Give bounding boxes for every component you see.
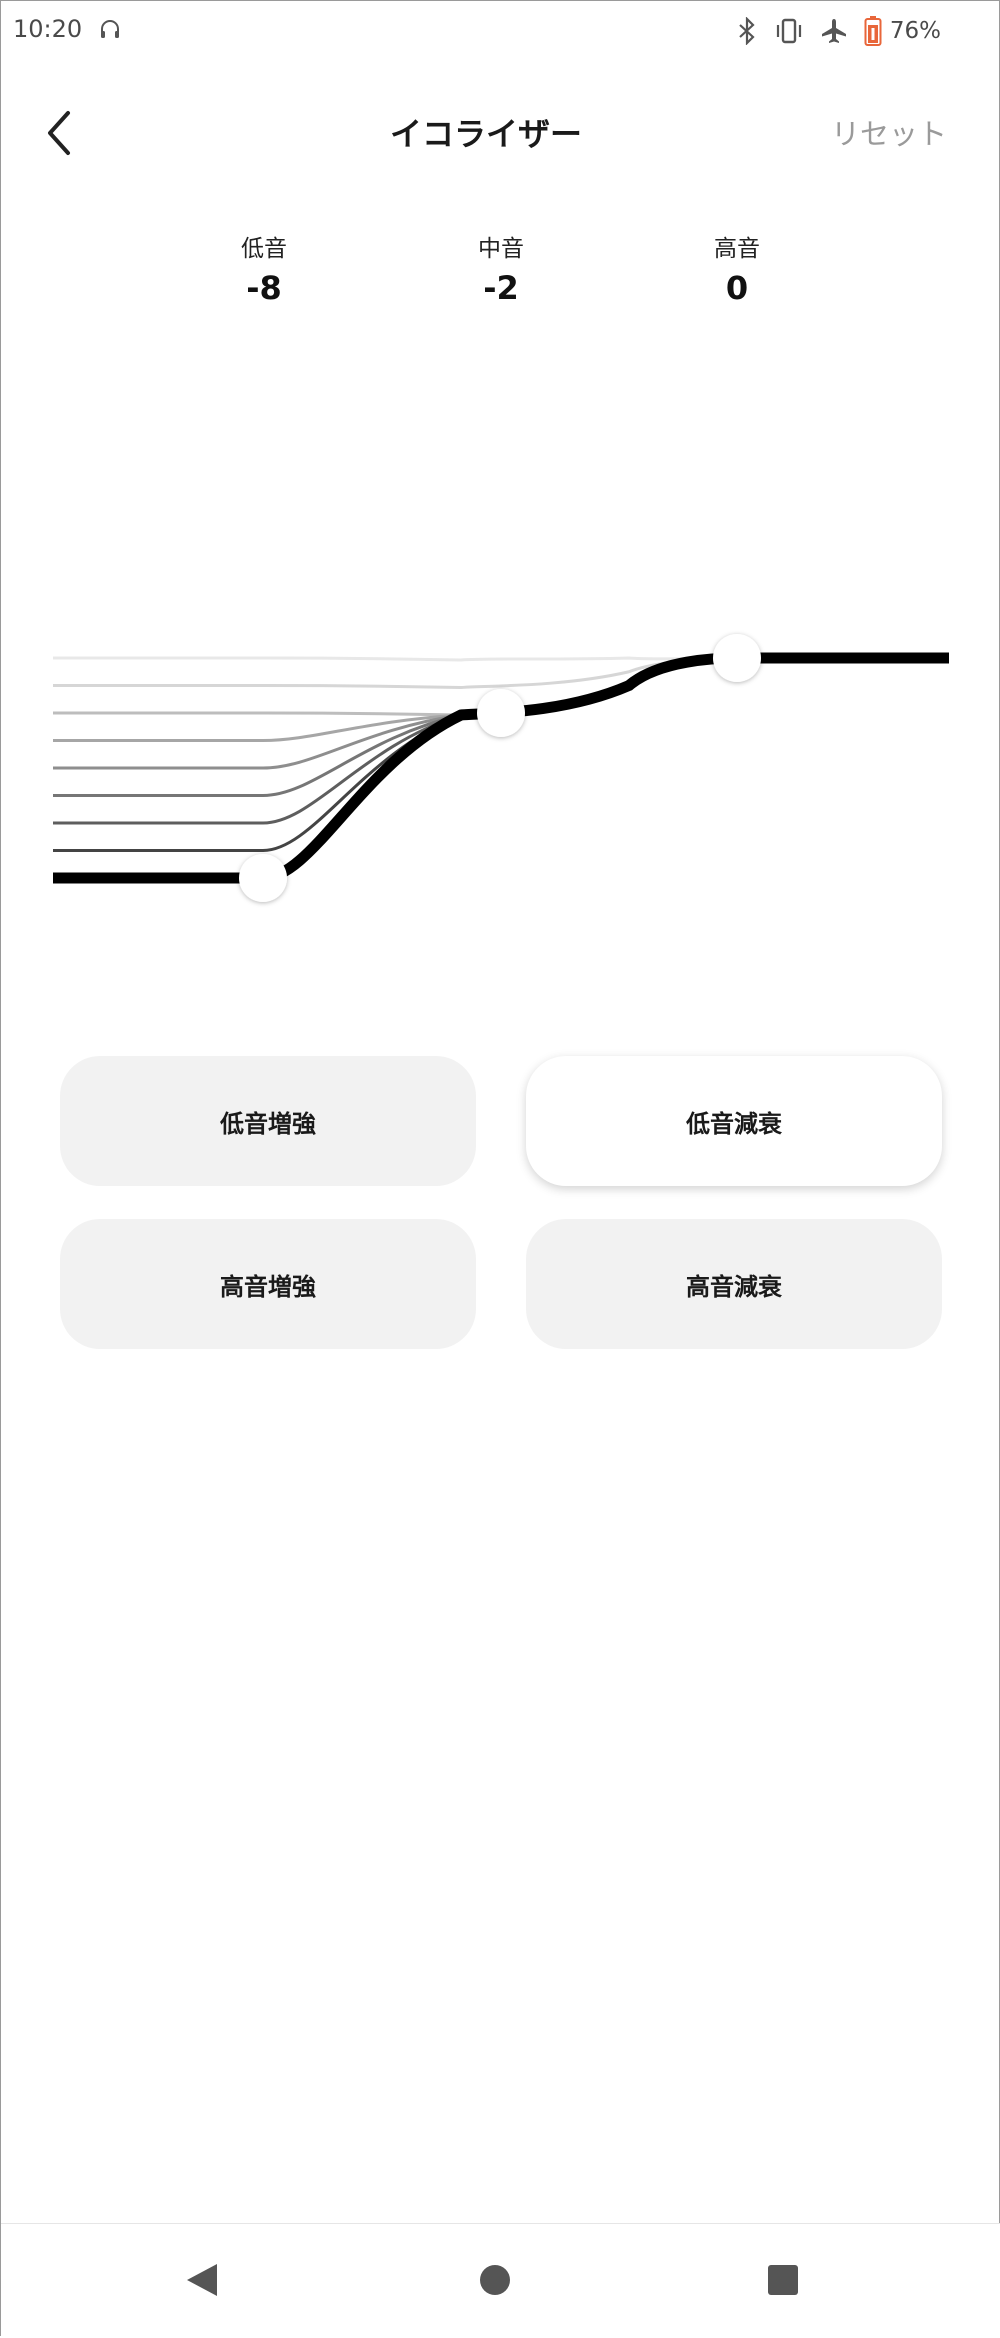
recents-square-icon[interactable] — [766, 2262, 800, 2298]
status-icons: 76% — [736, 13, 941, 49]
status-bar: 10:20 76% — [1, 1, 1000, 61]
bass-knob[interactable] — [239, 854, 287, 902]
band-treble-value: 0 — [725, 269, 749, 307]
band-mid-value: -2 — [483, 269, 519, 307]
preset-bass-cut-button[interactable]: 低音減衰 — [526, 1056, 942, 1186]
back-triangle-icon[interactable] — [185, 2262, 219, 2298]
band-bass-value: -8 — [246, 269, 282, 307]
mid-knob[interactable] — [477, 689, 525, 737]
preset-treble-boost-button[interactable]: 高音増強 — [60, 1219, 476, 1349]
vibrate-icon — [776, 18, 801, 44]
band-mid-label: 中音 — [478, 236, 524, 262]
bluetooth-icon — [739, 17, 755, 45]
band-bass-label: 低音 — [241, 236, 287, 262]
band-bass: 低音 -8 — [184, 229, 344, 307]
reset-button[interactable]: リセット — [831, 111, 947, 153]
page-title: イコライザー — [389, 115, 582, 153]
battery-icon — [864, 16, 882, 46]
battery-percent: 76% — [889, 18, 941, 44]
band-treble: 高音 0 — [657, 229, 817, 307]
system-nav-bar — [1, 2223, 1000, 2338]
home-circle-icon[interactable] — [478, 2262, 512, 2298]
band-mid: 中音 -2 — [421, 229, 581, 307]
treble-knob[interactable] — [713, 634, 761, 682]
headphone-icon — [101, 20, 119, 38]
preset-bass-boost-button[interactable]: 低音増強 — [60, 1056, 476, 1186]
status-time: 10:20 — [13, 15, 83, 43]
airplane-icon — [821, 19, 846, 43]
preset-treble-cut-button[interactable]: 高音減衰 — [526, 1219, 942, 1349]
eq-graph[interactable] — [1, 601, 1000, 921]
band-treble-label: 高音 — [714, 236, 760, 262]
